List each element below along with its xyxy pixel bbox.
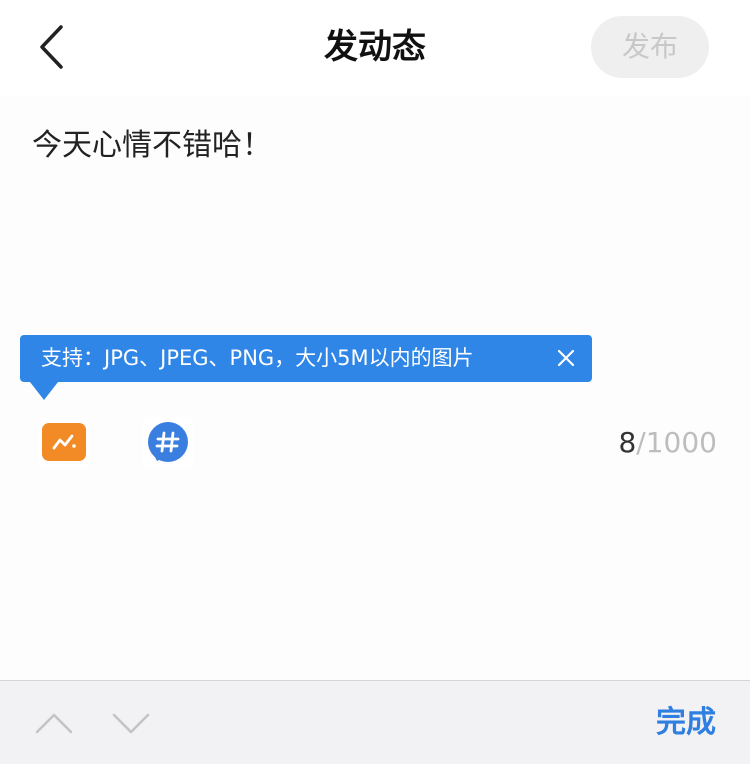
- char-counter: 8/1000: [618, 421, 717, 465]
- keyboard-toolbar: 完成: [0, 680, 750, 764]
- chevron-up-icon: [35, 713, 73, 734]
- char-count-current: 8: [618, 426, 637, 459]
- nav-bar: 发动态 发布: [0, 0, 750, 96]
- previous-field-button[interactable]: [34, 709, 74, 737]
- next-field-button[interactable]: [111, 709, 151, 737]
- tooltip-text: 支持：JPG、JPEG、PNG，大小5M以内的图片: [41, 346, 474, 370]
- chevron-down-icon: [112, 713, 150, 734]
- close-icon: [557, 349, 575, 367]
- done-button[interactable]: 完成: [656, 701, 716, 745]
- char-count-max: /1000: [636, 426, 717, 459]
- tooltip-arrow: [30, 382, 58, 400]
- add-topic-button[interactable]: [143, 417, 193, 467]
- tooltip-close-button[interactable]: [555, 347, 577, 369]
- add-image-button[interactable]: [38, 418, 90, 468]
- content-area: [0, 96, 750, 680]
- format-tooltip: 支持：JPG、JPEG、PNG，大小5M以内的图片: [20, 335, 592, 382]
- post-text-input[interactable]: 今天心情不错哈！: [32, 124, 712, 168]
- hashtag-icon: [148, 422, 188, 462]
- image-icon: [42, 423, 86, 461]
- publish-button[interactable]: 发布: [591, 16, 709, 78]
